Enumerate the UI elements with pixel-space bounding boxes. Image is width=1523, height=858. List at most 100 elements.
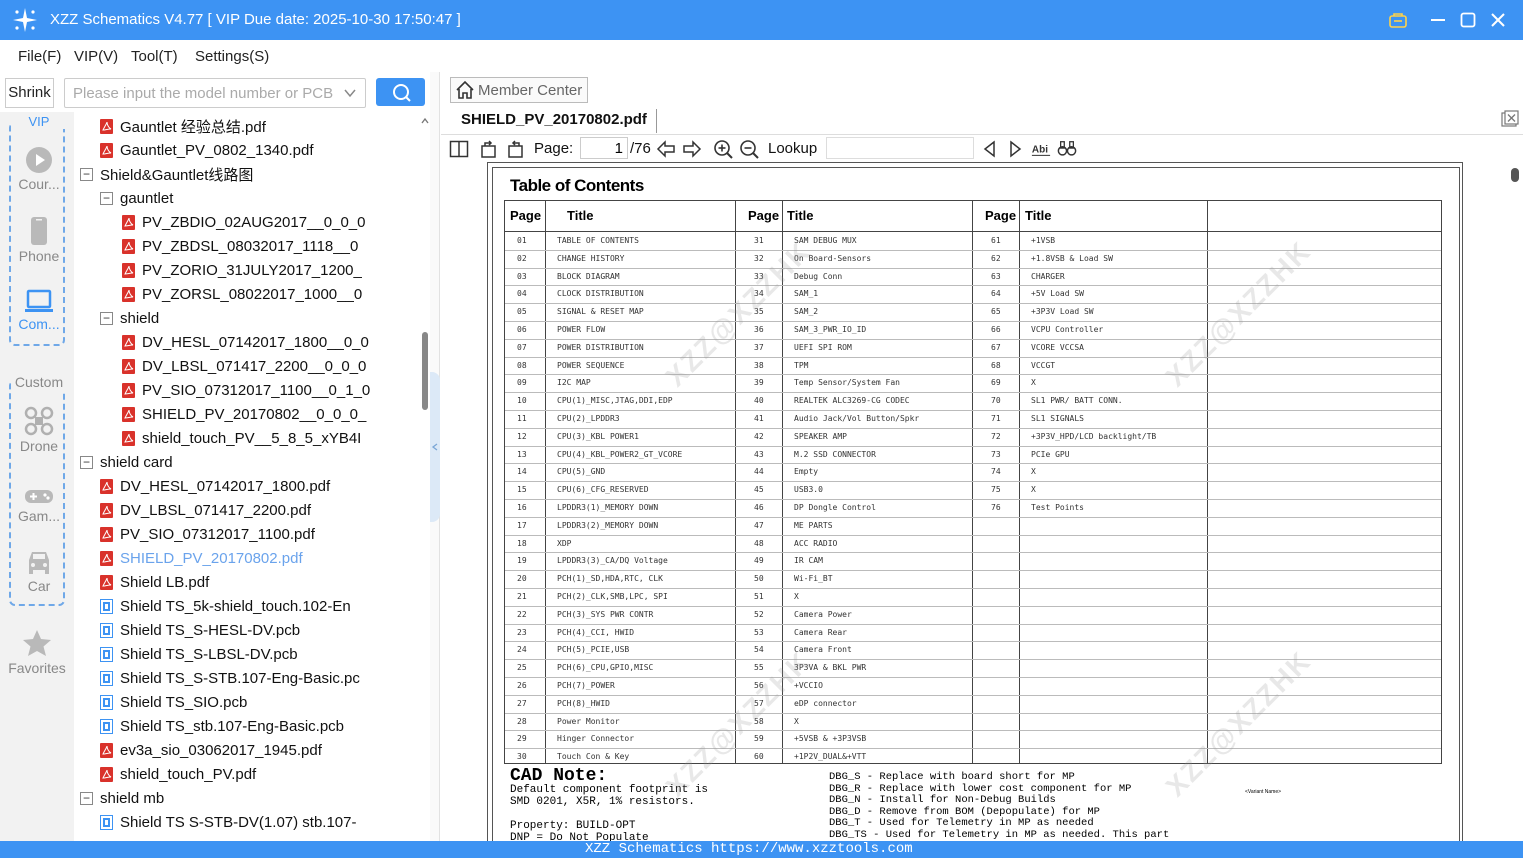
tree-file[interactable]: shield_touch_PV__5_8_5_xYB4I (122, 426, 361, 450)
tree-file[interactable]: DV_HESL_07142017_1800.pdf (100, 474, 330, 498)
category-favorites[interactable]: Favorites (0, 628, 74, 676)
tree-file[interactable]: ev3a_sio_03062017_1945.pdf (100, 738, 322, 762)
sidebar-toggle-icon[interactable] (449, 139, 469, 159)
menu-vip[interactable]: VIP(V) (74, 48, 118, 65)
tree-file[interactable]: PV_ZORSL_08022017_1000__0 (122, 282, 362, 306)
chevron-down-icon[interactable] (343, 86, 357, 100)
tree-folder[interactable]: − Shield&Gauntlet线路图 (80, 162, 253, 186)
category-computer[interactable]: Com... (11, 288, 67, 332)
toc-page-title: +1P2V_DUAL&+VTT (794, 752, 867, 762)
collapse-toggle-icon[interactable]: − (100, 191, 113, 205)
tree-item-label: gauntlet (120, 189, 174, 207)
window-title: XZZ Schematics V4.77 [ VIP Due date: 202… (50, 11, 461, 28)
lookup-label: Lookup (768, 140, 818, 157)
prev-page-icon[interactable] (656, 139, 676, 159)
tree-file[interactable]: PV_SIO_07312017_1100__0_1_0 (122, 378, 370, 402)
lookup-input[interactable] (826, 137, 974, 159)
tree-item-label: PV_ZBDIO_02AUG2017__0_0_0 (142, 213, 366, 231)
tree-file[interactable]: SHIELD_PV_20170802__0_0_0_ (122, 402, 366, 426)
search-input[interactable] (73, 79, 333, 107)
tree-scroll-thumb[interactable] (422, 332, 428, 410)
category-car[interactable]: Car (11, 548, 67, 594)
tree-file[interactable]: Shield TS_S-LBSL-DV.pcb (100, 642, 298, 666)
member-center-label: Member Center (478, 81, 583, 99)
toc-page-title: VCCGT (1031, 360, 1056, 370)
panel-splitter[interactable] (430, 72, 440, 841)
close-tab-icon[interactable] (1501, 110, 1519, 128)
category-drone[interactable]: Drone (11, 406, 67, 454)
file-tree: Gauntlet 经验总结.pdf Gauntlet_PV_0802_1340.p… (74, 112, 420, 841)
rotate-right-icon[interactable] (505, 139, 525, 159)
minimize-icon[interactable] (1426, 8, 1450, 32)
find-previous-icon[interactable] (980, 139, 1000, 159)
toc-page-number: 05 (517, 307, 527, 317)
tree-file[interactable]: Shield TS_S-HESL-DV.pcb (100, 618, 300, 642)
toc-page-number: 19 (517, 556, 527, 566)
document-tab[interactable]: SHIELD_PV_20170802.pdf (451, 109, 657, 133)
tree-file[interactable]: DV_HESL_07142017_1800__0_0 (122, 330, 369, 354)
tree-folder[interactable]: − shield (100, 306, 159, 330)
tree-file[interactable]: Shield TS S-STB-DV(1.07) stb.107- (100, 810, 356, 834)
category-games[interactable]: Gam... (11, 486, 67, 524)
collapse-toggle-icon[interactable]: − (80, 455, 93, 469)
category-phone[interactable]: Phone (11, 216, 67, 264)
tree-file[interactable]: DV_LBSL_071417_2200__0_0_0 (122, 354, 366, 378)
document-viewer[interactable]: Table of Contents Page Title Page Title Page… (441, 162, 1523, 841)
tree-file[interactable]: PV_ZBDIO_02AUG2017__0_0_0 (122, 210, 365, 234)
shrink-button[interactable]: Shrink (5, 78, 54, 108)
pdf-file-icon (100, 526, 113, 542)
zoom-in-icon[interactable] (713, 139, 733, 159)
collapse-panel-handle[interactable] (430, 372, 440, 522)
tree-scrollbar[interactable] (420, 112, 430, 841)
menu-file[interactable]: File(F) (18, 48, 61, 65)
tree-file[interactable]: PV_ZORIO_31JULY2017_1200_ (122, 258, 362, 282)
zoom-out-icon[interactable] (739, 139, 759, 159)
tree-file[interactable]: Shield TS_SIO.pcb (100, 690, 247, 714)
tree-file[interactable]: PV_ZBDSL_08032017_1118__0 (122, 234, 358, 258)
tree-file[interactable]: PV_SIO_07312017_1100.pdf (100, 522, 315, 546)
tree-file[interactable]: DV_LBSL_071417_2200.pdf (100, 498, 311, 522)
collapse-toggle-icon[interactable]: − (80, 167, 93, 181)
toc-page-number: 60 (754, 752, 764, 762)
tree-file[interactable]: SHIELD_PV_20170802.pdf (100, 546, 303, 570)
toc-page-title: PCIe GPU (1031, 449, 1070, 459)
scroll-up-icon[interactable] (420, 116, 430, 126)
find-all-icon[interactable] (1057, 139, 1077, 159)
member-center-button[interactable]: Member Center (450, 77, 588, 103)
vip-badge-icon[interactable] (1386, 8, 1410, 32)
rotate-left-icon[interactable] (479, 139, 499, 159)
tree-folder[interactable]: − shield mb (80, 786, 164, 810)
toc-page-number: 53 (754, 627, 764, 637)
collapse-toggle-icon[interactable]: − (80, 791, 93, 805)
menu-tool[interactable]: Tool(T) (131, 48, 178, 65)
close-icon[interactable] (1486, 8, 1510, 32)
maximize-icon[interactable] (1456, 8, 1480, 32)
toc-page-number: 52 (754, 609, 764, 619)
viewer-scroll-thumb[interactable] (1511, 168, 1519, 182)
tree-item-label: Shield TS_S-STB.107-Eng-Basic.pc (120, 669, 360, 687)
tree-file[interactable]: Gauntlet_PV_0802_1340.pdf (100, 138, 314, 162)
search-button[interactable] (376, 78, 425, 106)
tree-file[interactable]: Shield TS_S-STB.107-Eng-Basic.pc (100, 666, 360, 690)
find-next-icon[interactable] (1005, 139, 1025, 159)
viewer-scrollbar[interactable] (1508, 162, 1522, 841)
match-case-icon[interactable]: Abi (1031, 139, 1051, 159)
tree-file[interactable]: Shield TS_stb.107-Eng-Basic.pcb (100, 714, 344, 738)
column-header-title: Title (567, 208, 594, 223)
tree-item-label: shield_touch_PV.pdf (120, 765, 257, 783)
pdf-file-icon (100, 118, 113, 134)
category-courses[interactable]: Cour... (11, 146, 67, 192)
tree-file[interactable]: shield_touch_PV.pdf (100, 762, 256, 786)
toc-page-title: USB3.0 (794, 485, 823, 495)
tree-file[interactable]: Gauntlet 经验总结.pdf (100, 114, 266, 138)
menu-settings[interactable]: Settings(S) (195, 48, 269, 65)
tree-folder[interactable]: − gauntlet (100, 186, 173, 210)
column-header-title: Title (787, 208, 814, 223)
next-page-icon[interactable] (682, 139, 702, 159)
collapse-toggle-icon[interactable]: − (100, 311, 113, 325)
tree-file[interactable]: Shield LB.pdf (100, 570, 209, 594)
toc-page-title: SAM_1 (794, 289, 819, 299)
tree-file[interactable]: Shield TS_5k-shield_touch.102-En (100, 594, 351, 618)
page-number-input[interactable] (580, 137, 628, 159)
tree-folder[interactable]: − shield card (80, 450, 173, 474)
